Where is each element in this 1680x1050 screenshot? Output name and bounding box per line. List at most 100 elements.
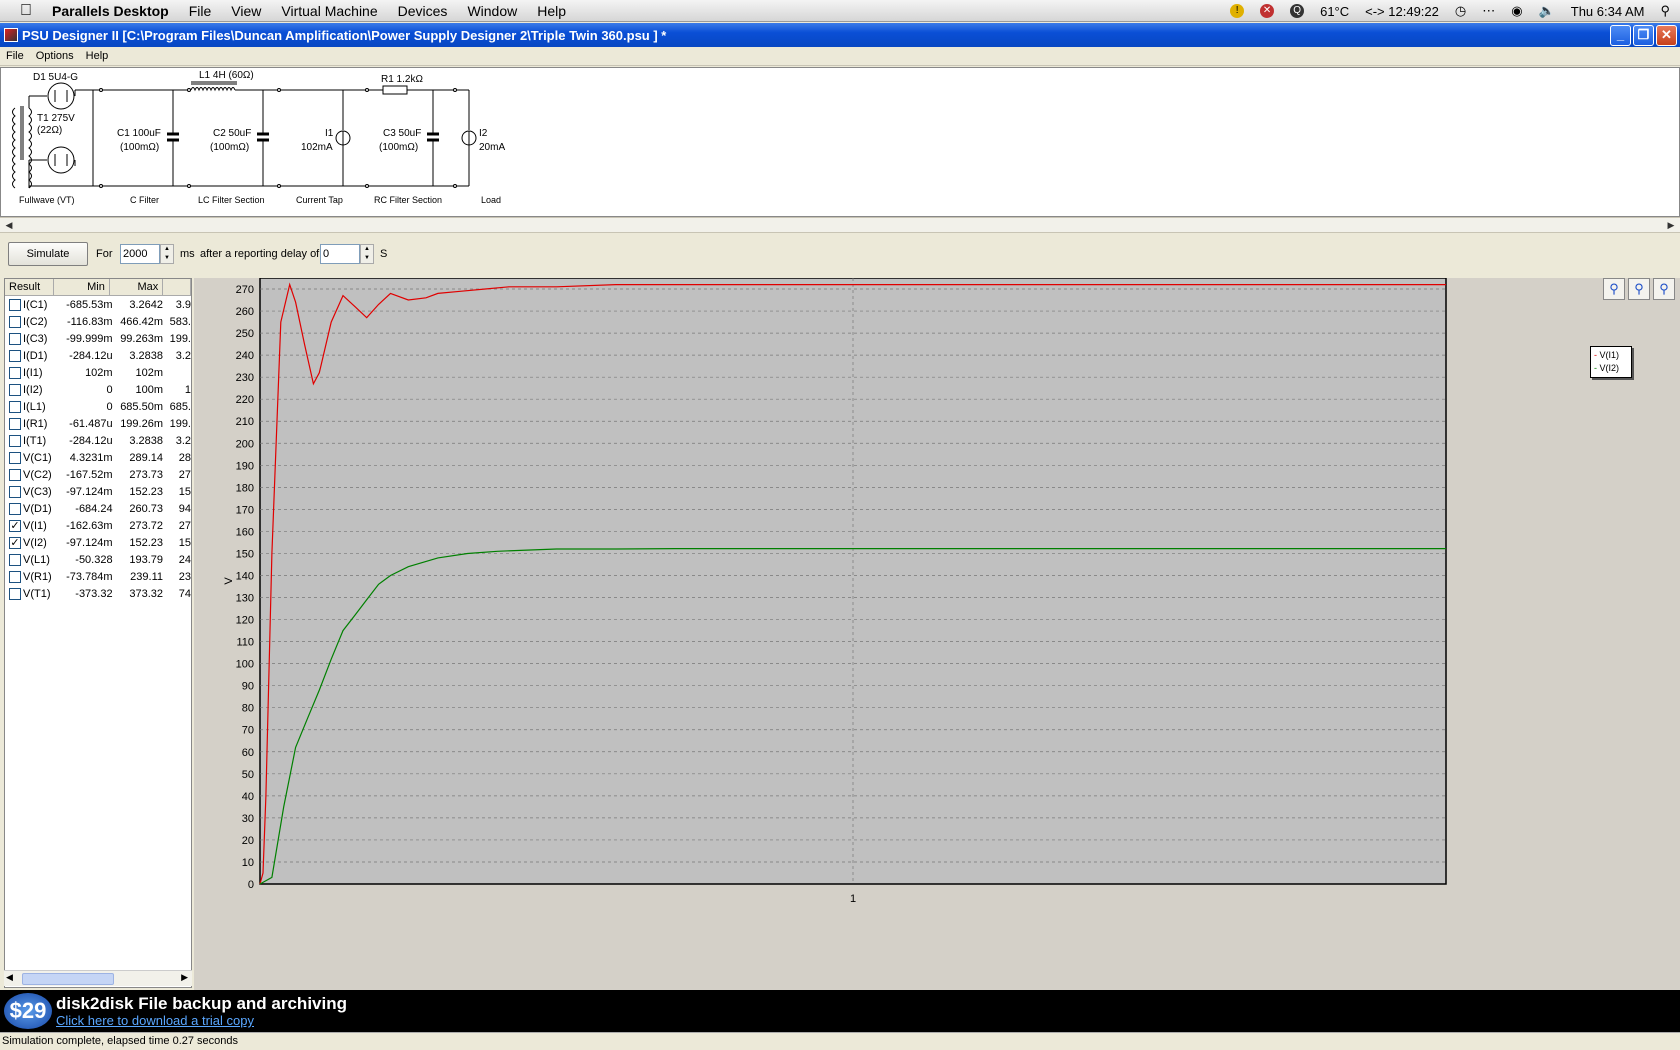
ad-banner[interactable]: $29 disk2disk File backup and archiving … (0, 990, 1680, 1032)
result-checkbox[interactable] (9, 468, 21, 481)
result-row[interactable]: V(C2) -167.52m 273.73 27 (5, 466, 191, 483)
result-checkbox[interactable] (9, 400, 21, 413)
delay-input[interactable]: 0 (320, 244, 360, 264)
app-icon[interactable] (4, 28, 18, 42)
time-machine-icon[interactable]: ◷ (1455, 3, 1466, 19)
result-row[interactable]: ✓ V(I1) -162.63m 273.72 27 (5, 517, 191, 534)
result-checkbox[interactable] (9, 366, 21, 379)
duration-input[interactable]: 2000 (120, 244, 160, 264)
zoom-in-icon[interactable]: ⚲ (1603, 278, 1625, 300)
voltage-chart: 0 10 20 30 40 50 60 70 80 90 100 110 120 130 140 150 160… (223, 278, 1447, 905)
clock[interactable]: Thu 6:34 AM (1571, 4, 1645, 19)
result-extra: 199. (169, 332, 191, 345)
apple-icon[interactable]:  (0, 2, 52, 20)
zoom-reset-icon[interactable]: ⚲ (1653, 278, 1675, 300)
result-checkbox[interactable] (9, 332, 21, 345)
result-checkbox[interactable] (9, 315, 21, 328)
result-checkbox[interactable] (9, 383, 21, 396)
result-row[interactable]: I(L1) 0 685.50m 685. (5, 398, 191, 415)
result-row[interactable]: I(T1) -284.12u 3.2838 3.2 (5, 432, 191, 449)
result-name: V(T1) (23, 587, 51, 600)
result-checkbox[interactable] (9, 298, 21, 311)
shield-icon[interactable]: ! (1230, 4, 1245, 18)
result-row[interactable]: V(R1) -73.784m 239.11 23 (5, 568, 191, 585)
result-checkbox[interactable] (9, 434, 21, 447)
menu-options[interactable]: Options (36, 50, 74, 62)
col-result[interactable]: Result (5, 279, 55, 295)
result-row[interactable]: V(T1) -373.32 373.32 74 (5, 585, 191, 602)
result-name: I(I2) (23, 383, 43, 396)
list-scroll-left-icon[interactable]: ◀ (6, 972, 13, 983)
s-label: S (380, 248, 388, 260)
y-tick-label: 270 (236, 284, 254, 296)
result-checkbox[interactable] (9, 502, 21, 515)
col-max[interactable]: Max (110, 279, 164, 295)
result-row[interactable]: V(C3) -97.124m 152.23 15 (5, 483, 191, 500)
result-row[interactable]: I(C2) -116.83m 466.42m 583. (5, 313, 191, 330)
result-checkbox[interactable] (9, 553, 21, 566)
result-extra: 15 (178, 536, 191, 549)
result-row[interactable]: ✓ V(I2) -97.124m 152.23 15 (5, 534, 191, 551)
result-row[interactable]: V(D1) -684.24 260.73 94 (5, 500, 191, 517)
result-checkbox[interactable] (9, 570, 21, 583)
ad-download-link[interactable]: Click here to download a trial copy (56, 1013, 254, 1028)
result-max: 260.73 (129, 502, 163, 515)
list-scroll-right-icon[interactable]: ▶ (181, 972, 188, 983)
stop-icon[interactable]: ✕ (1260, 4, 1275, 18)
results-scrollbar[interactable]: ◀ ▶ (4, 970, 192, 986)
duration-stepper[interactable]: ▲ ▼ (160, 244, 174, 264)
mac-menu-help[interactable]: Help (537, 3, 566, 19)
col-min[interactable]: Min (54, 279, 110, 295)
window-titlebar[interactable]: PSU Designer II [C:\Program Files\Duncan… (0, 23, 1680, 47)
close-button[interactable]: ✕ (1656, 25, 1677, 46)
section-load: Load (481, 195, 501, 205)
list-scroll-thumb[interactable] (22, 973, 114, 985)
ad-price-badge[interactable]: $29 (4, 993, 52, 1029)
mac-menu-file[interactable]: File (189, 3, 212, 19)
result-row[interactable]: I(C3) -99.999m 99.263m 199. (5, 330, 191, 347)
result-checkbox[interactable] (9, 349, 21, 362)
result-row[interactable]: I(R1) -61.487u 199.26m 199. (5, 415, 191, 432)
temperature-readout[interactable]: 61°C (1320, 4, 1349, 19)
dots-icon[interactable]: ⋯ (1482, 3, 1495, 19)
scroll-left-icon[interactable]: ◀ (2, 219, 16, 232)
diode-top (47, 82, 75, 110)
result-checkbox[interactable] (9, 417, 21, 430)
result-row[interactable]: I(D1) -284.12u 3.2838 3.2 (5, 347, 191, 364)
result-checkbox[interactable] (9, 587, 21, 600)
col-extra[interactable] (163, 279, 191, 295)
search-q-icon[interactable]: Q (1290, 4, 1305, 18)
volume-icon[interactable]: 🔈 (1539, 3, 1555, 19)
mac-menu-window[interactable]: Window (467, 3, 517, 19)
spotlight-icon[interactable]: ⚲ (1660, 3, 1670, 19)
schematic-scrollbar[interactable]: ◀ ▶ (0, 217, 1680, 233)
wifi-icon[interactable]: ◉ (1511, 3, 1522, 19)
mac-app-name[interactable]: Parallels Desktop (52, 3, 169, 19)
mac-menu-virtual-machine[interactable]: Virtual Machine (281, 3, 377, 19)
result-checkbox[interactable] (9, 451, 21, 464)
result-checkbox[interactable] (9, 485, 21, 498)
section-c-filter: C Filter (130, 195, 159, 205)
result-row[interactable]: I(I1) 102m 102m (5, 364, 191, 381)
ad-title[interactable]: disk2disk File backup and archiving (56, 994, 347, 1014)
result-checkbox[interactable]: ✓ (9, 519, 21, 532)
mac-menu-view[interactable]: View (231, 3, 261, 19)
simulate-button[interactable]: Simulate (8, 242, 88, 266)
mac-menu-devices[interactable]: Devices (398, 3, 448, 19)
delay-stepper[interactable]: ▲ ▼ (360, 244, 374, 264)
menu-help[interactable]: Help (86, 50, 109, 62)
menu-file[interactable]: File (6, 50, 24, 62)
result-row[interactable]: V(L1) -50.328 193.79 24 (5, 551, 191, 568)
timer-readout[interactable]: <-> 12:49:22 (1365, 4, 1439, 19)
minimize-button[interactable]: _ (1610, 25, 1631, 46)
result-row[interactable]: I(I2) 0 100m 1 (5, 381, 191, 398)
result-row[interactable]: V(C1) 4.3231m 289.14 28 (5, 449, 191, 466)
result-checkbox[interactable]: ✓ (9, 536, 21, 549)
scroll-right-icon[interactable]: ▶ (1664, 219, 1678, 232)
zoom-out-icon[interactable]: ⚲ (1628, 278, 1650, 300)
y-tick-label: 260 (236, 306, 254, 318)
result-row[interactable]: I(C1) -685.53m 3.2642 3.9 (5, 296, 191, 313)
result-min: -167.52m (66, 468, 113, 481)
maximize-button[interactable]: ❐ (1633, 25, 1654, 46)
y-tick-label: 40 (242, 791, 254, 803)
